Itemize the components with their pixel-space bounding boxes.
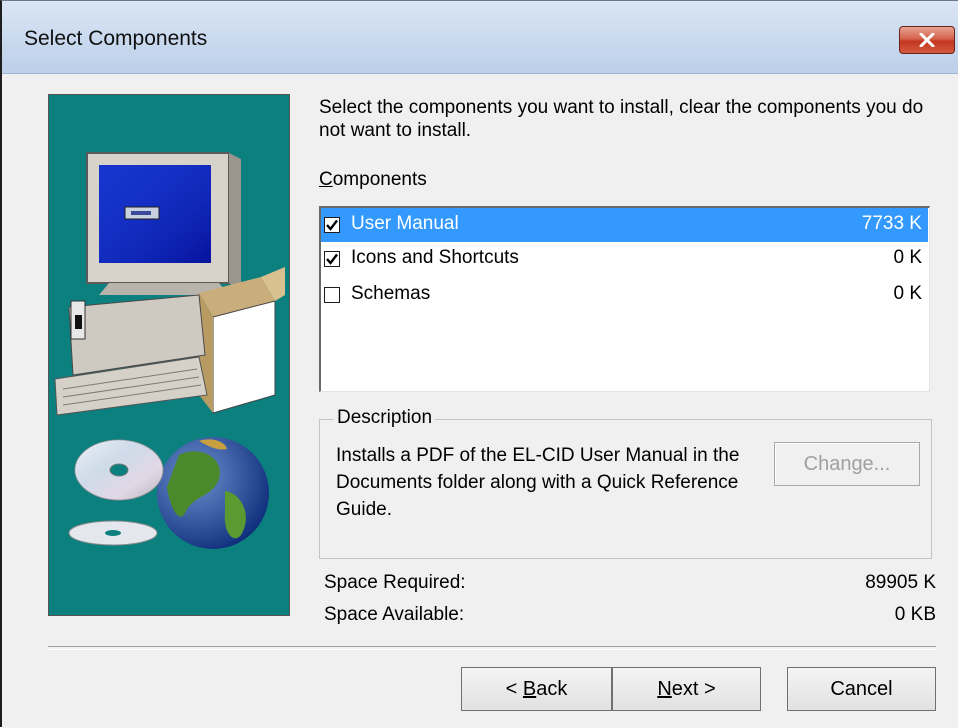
item-name: Schemas (351, 283, 431, 304)
cd-illustration (68, 439, 164, 546)
next-rest: ext > (671, 678, 716, 700)
cancel-button[interactable]: Cancel (787, 667, 936, 711)
components-label-rest: omponents (332, 169, 427, 190)
list-item[interactable]: Icons and Shortcuts 0 K (321, 242, 928, 276)
close-button[interactable] (899, 26, 955, 54)
item-size: 0 K (893, 247, 922, 268)
checkmark-icon (326, 253, 338, 265)
components-label: Components (319, 169, 427, 191)
components-label-mnemonic: C (319, 169, 333, 190)
globe-illustration (157, 437, 269, 549)
back-prefix: < (505, 678, 523, 700)
back-button[interactable]: < Back (461, 667, 612, 711)
components-list[interactable]: User Manual 7733 K Icons and Shortcuts 0… (319, 206, 930, 392)
description-text: Installs a PDF of the EL-CID User Manual… (336, 445, 740, 520)
checkbox-schemas[interactable] (324, 287, 340, 303)
checkmark-icon (326, 219, 338, 231)
item-name: Icons and Shortcuts (351, 247, 519, 268)
space-required-value: 89905 K (865, 572, 936, 593)
computer-illustration (54, 152, 285, 549)
list-item[interactable]: User Manual 7733 K (321, 208, 928, 242)
space-required-label: Space Required: (324, 572, 466, 593)
list-item[interactable]: Schemas 0 K (321, 278, 928, 312)
description-legend: Description (334, 407, 436, 429)
installer-illustration (48, 94, 290, 616)
back-rest: ack (536, 678, 568, 700)
instruction-text: Select the components you want to instal… (319, 97, 924, 141)
title-bar[interactable]: Select Components (2, 1, 958, 74)
item-size: 0 K (893, 283, 922, 304)
checkbox-icons-shortcuts[interactable] (324, 251, 340, 267)
window-title: Select Components (24, 27, 208, 50)
back-mnemonic: B (522, 678, 537, 700)
separator (48, 646, 936, 650)
installer-window: Select Components Select the components … (0, 0, 958, 728)
item-size: 7733 K (861, 213, 922, 234)
next-mnemonic: N (657, 678, 672, 700)
space-available-value: 0 KB (894, 604, 936, 625)
dialog-body: Select the components you want to instal… (2, 74, 958, 728)
space-available-label: Space Available: (324, 604, 465, 625)
next-button[interactable]: Next > (612, 667, 761, 711)
change-button[interactable]: Change... (774, 442, 920, 486)
checkbox-user-manual[interactable] (324, 217, 340, 233)
close-icon (919, 33, 935, 47)
item-name: User Manual (351, 213, 459, 234)
